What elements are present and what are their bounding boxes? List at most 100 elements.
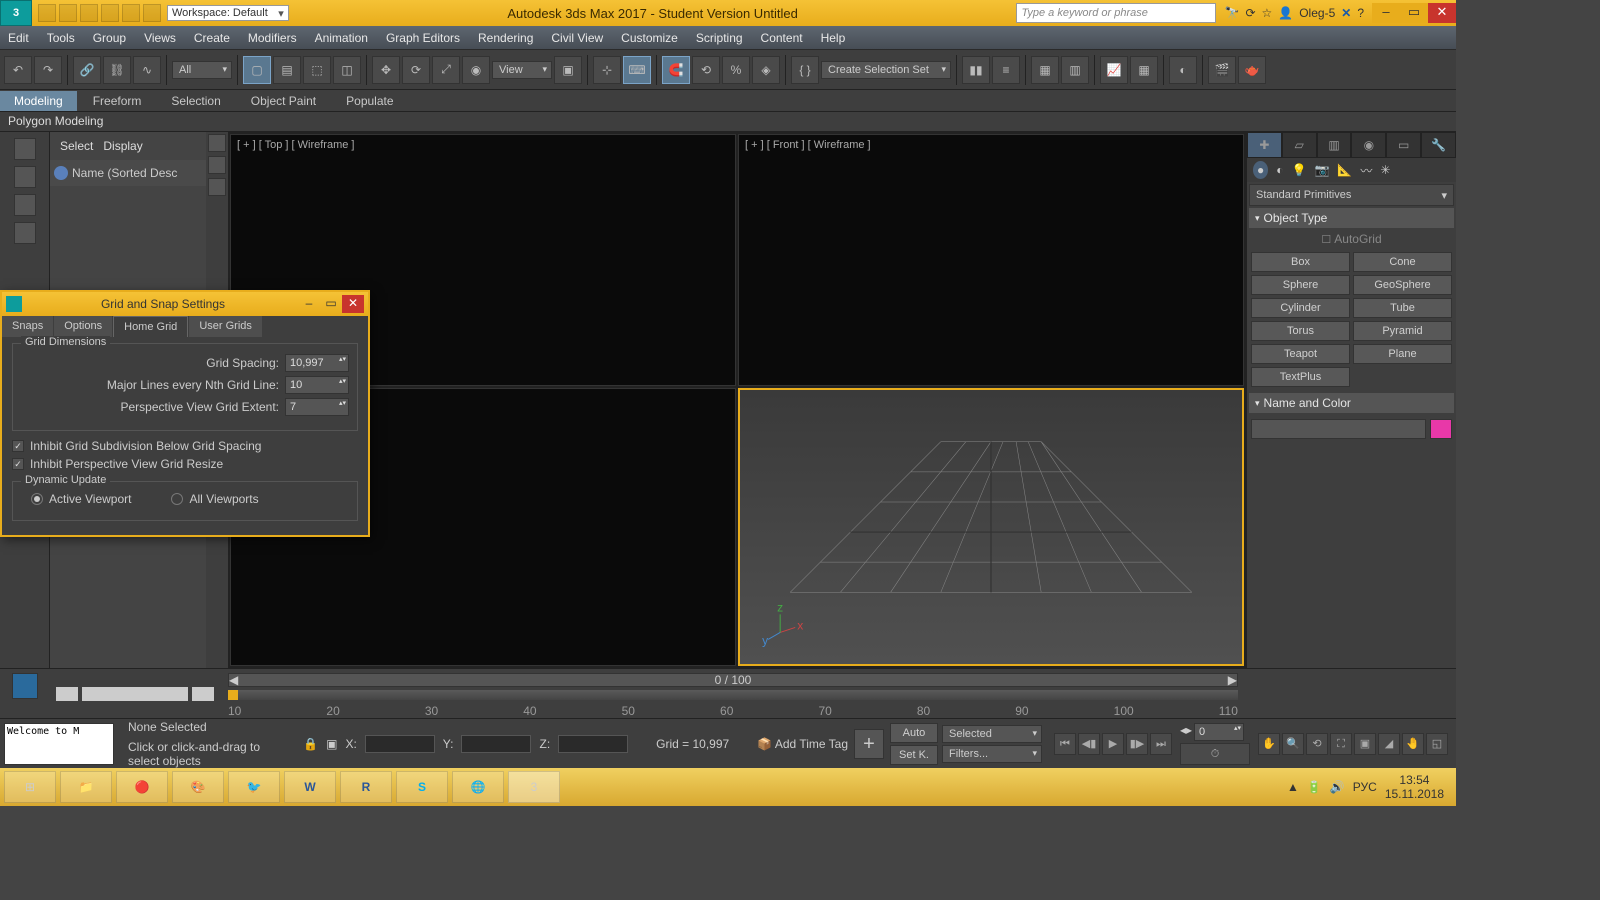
select-object-button[interactable]: ▢	[243, 56, 271, 84]
display-tab[interactable]: ▭	[1386, 132, 1421, 158]
pivot-button[interactable]: ▣	[554, 56, 582, 84]
user-name[interactable]: Oleg-5	[1299, 6, 1335, 20]
set-key-big-button[interactable]: +	[854, 729, 884, 759]
schematic-button[interactable]: ▦	[1130, 56, 1158, 84]
prim-sphere[interactable]: Sphere	[1251, 275, 1350, 295]
prim-torus[interactable]: Torus	[1251, 321, 1350, 341]
x-input[interactable]	[365, 735, 435, 753]
viewport-front[interactable]: [ + ] [ Front ] [ Wireframe ]	[738, 134, 1244, 386]
menu-customize[interactable]: Customize	[621, 31, 678, 45]
tray-clock[interactable]: 13:5415.11.2018	[1385, 773, 1444, 802]
filter-light-icon[interactable]	[208, 178, 226, 196]
ribbon-panel[interactable]: Polygon Modeling	[0, 112, 1456, 132]
all-viewports-radio[interactable]: All Viewports	[171, 492, 258, 506]
menu-help[interactable]: Help	[821, 31, 846, 45]
tab-freeform[interactable]: Freeform	[79, 91, 156, 111]
dlgtab-user-grids[interactable]: User Grids	[189, 316, 262, 337]
systems-icon[interactable]: ✳	[1380, 163, 1390, 177]
toggle-button[interactable]: ▥	[1061, 56, 1089, 84]
tab-selection[interactable]: Selection	[157, 91, 234, 111]
max-toggle-button[interactable]: ◱	[1426, 733, 1448, 755]
menu-create[interactable]: Create	[194, 31, 230, 45]
task-app2[interactable]: 🐦	[228, 771, 280, 803]
time-scrubber[interactable]	[228, 690, 238, 700]
scene-header[interactable]: Name (Sorted Desc	[50, 160, 206, 186]
rollout-name-color[interactable]: Name and Color	[1249, 393, 1454, 413]
prim-textplus[interactable]: TextPlus	[1251, 367, 1350, 387]
persp-extent-input[interactable]: 7	[285, 398, 349, 416]
dlgtab-home-grid[interactable]: Home Grid	[113, 316, 188, 337]
menu-animation[interactable]: Animation	[315, 31, 368, 45]
close-button[interactable]: ✕	[1428, 3, 1456, 23]
task-app1[interactable]: 🔴	[116, 771, 168, 803]
category-dropdown[interactable]: Standard Primitives	[1249, 184, 1454, 206]
user-icon[interactable]: 👤	[1278, 6, 1293, 20]
time-config-button[interactable]: ⏱	[1180, 743, 1250, 765]
object-name-input[interactable]	[1251, 419, 1426, 439]
orbit-button[interactable]: ⟲	[1306, 733, 1328, 755]
teapot-icon[interactable]	[14, 138, 36, 160]
menu-scripting[interactable]: Scripting	[696, 31, 743, 45]
undo-button[interactable]: ↶	[4, 56, 32, 84]
scene-icon[interactable]	[14, 166, 36, 188]
star-icon[interactable]: ☆	[1262, 6, 1273, 20]
isolate-icon[interactable]: ▣	[326, 737, 337, 751]
autogrid-checkbox[interactable]: ☐ AutoGrid	[1247, 230, 1456, 248]
goto-start-button[interactable]: ⏮	[1054, 733, 1076, 755]
help-icon[interactable]: ?	[1357, 6, 1364, 20]
maximize-button[interactable]: ⛶	[1330, 733, 1352, 755]
z-input[interactable]	[558, 735, 628, 753]
qat-redo-icon[interactable]	[122, 4, 140, 22]
prim-teapot[interactable]: Teapot	[1251, 344, 1350, 364]
viewport-perspective[interactable]: x z y	[738, 388, 1244, 666]
qat-save-icon[interactable]	[80, 4, 98, 22]
dialog-maximize[interactable]: ▭	[320, 295, 342, 313]
next-frame-button[interactable]: ▮▶	[1126, 733, 1148, 755]
viewport-layout-button[interactable]	[12, 673, 38, 699]
placement-button[interactable]: ◉	[462, 56, 490, 84]
qat-new-icon[interactable]	[38, 4, 56, 22]
selection-set-dropdown[interactable]: Create Selection Set	[821, 61, 951, 79]
create-tab[interactable]: ✚	[1247, 132, 1282, 158]
render-button[interactable]: 🫖	[1238, 56, 1266, 84]
tab-modeling[interactable]: Modeling	[0, 91, 77, 111]
scale-button[interactable]: ⤢	[432, 56, 460, 84]
select-window-button[interactable]: ◫	[333, 56, 361, 84]
filter-dropdown[interactable]: All	[172, 61, 232, 79]
scene-tab-display[interactable]: Display	[103, 139, 142, 153]
hierarchy-tab[interactable]: ▥	[1317, 132, 1352, 158]
fov-button[interactable]: ◢	[1378, 733, 1400, 755]
motion-tab[interactable]: ◉	[1351, 132, 1386, 158]
pan-button[interactable]: ✋	[1258, 733, 1280, 755]
active-viewport-radio[interactable]: Active Viewport	[31, 492, 131, 506]
hscroll-track[interactable]	[82, 687, 188, 701]
shapes-icon[interactable]: ◐	[1276, 163, 1283, 177]
major-lines-input[interactable]: 10	[285, 376, 349, 394]
tray-battery-icon[interactable]: 🔋	[1307, 780, 1322, 794]
start-button[interactable]: ⊞	[4, 771, 56, 803]
mirror-button[interactable]: ▮▮	[962, 56, 990, 84]
edit-selection-button[interactable]: { }	[791, 56, 819, 84]
hscroll-right[interactable]: ▶	[192, 687, 214, 701]
dlgtab-snaps[interactable]: Snaps	[2, 316, 53, 337]
hscroll-left[interactable]: ◀	[56, 687, 78, 701]
goto-end-button[interactable]: ⏭	[1150, 733, 1172, 755]
auto-key-button[interactable]: Auto	[890, 723, 938, 743]
viewport-label-top[interactable]: [ + ] [ Top ] [ Wireframe ]	[237, 139, 354, 151]
minimize-button[interactable]: –	[1372, 3, 1400, 23]
app-icon[interactable]: 3	[0, 0, 32, 26]
tray-sound-icon[interactable]: 🔊	[1330, 780, 1345, 794]
align-button[interactable]: ≡	[992, 56, 1020, 84]
time-slider[interactable]: ◀ 0 / 100 ▶ 102030405060708090100110	[220, 669, 1246, 718]
task-revit[interactable]: R	[340, 771, 392, 803]
prim-cylinder[interactable]: Cylinder	[1251, 298, 1350, 318]
utilities-tab[interactable]: 🔧	[1421, 132, 1456, 158]
material-button[interactable]: ◐	[1169, 56, 1197, 84]
inhibit-subdivision-checkbox[interactable]: ✓Inhibit Grid Subdivision Below Grid Spa…	[12, 439, 358, 453]
tab-object-paint[interactable]: Object Paint	[237, 91, 330, 111]
filter-shape-icon[interactable]	[208, 156, 226, 174]
grid-icon[interactable]	[14, 222, 36, 244]
render-setup-button[interactable]: 🎬	[1208, 56, 1236, 84]
search-input[interactable]: Type a keyword or phrase	[1016, 3, 1216, 23]
spacewarps-icon[interactable]: 〰	[1360, 162, 1372, 179]
